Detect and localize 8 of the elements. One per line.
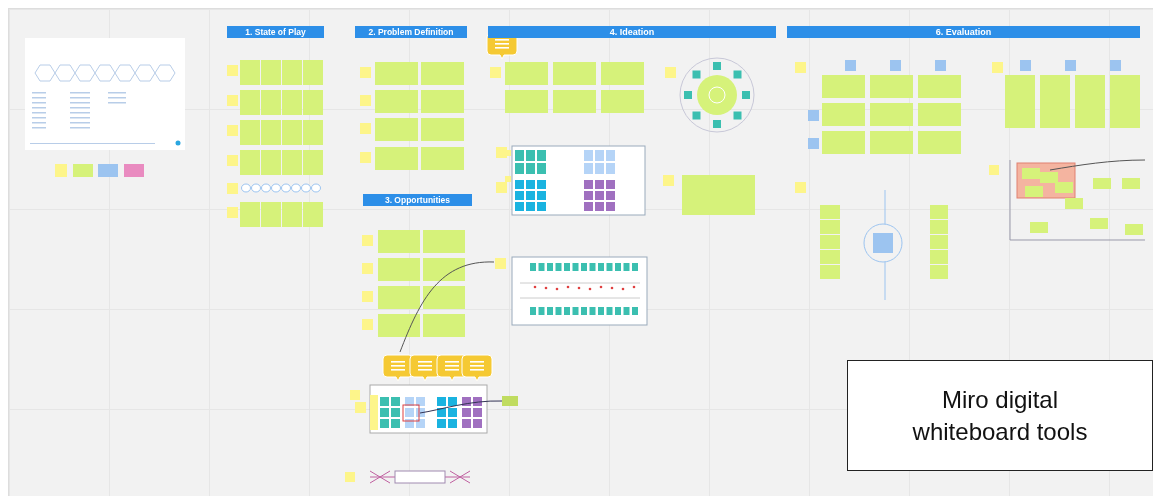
comment-icon xyxy=(461,354,493,382)
sticky-note xyxy=(795,182,806,193)
section-header: 4. Ideation xyxy=(488,26,776,38)
caption-text: Miro digital whiteboard tools xyxy=(911,385,1089,447)
section-header: 1. State of Play xyxy=(227,26,324,38)
section-header: 6. Evaluation xyxy=(787,26,1140,38)
section-header: 3. Opportunities xyxy=(363,194,472,206)
section-header: 2. Problem Definition xyxy=(355,26,467,38)
